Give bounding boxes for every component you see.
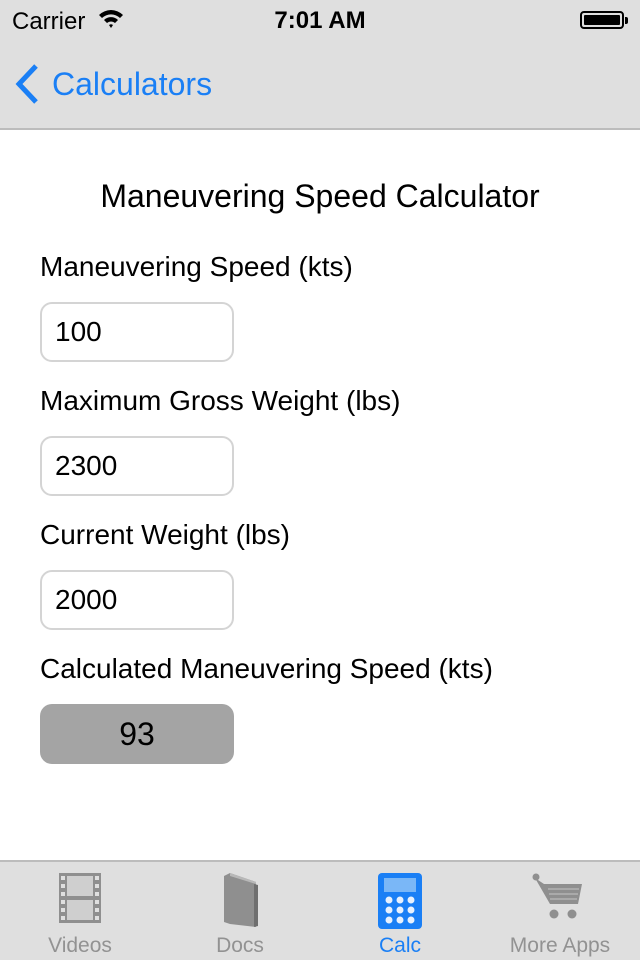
film-icon <box>58 872 102 929</box>
clock: 7:01 AM <box>274 7 366 34</box>
back-button[interactable]: Calculators <box>14 62 212 106</box>
maneuvering-speed-input[interactable] <box>40 302 234 362</box>
calculator-icon <box>377 872 423 935</box>
chevron-left-icon <box>15 64 38 104</box>
page-title: Maneuvering Speed Calculator <box>100 178 540 214</box>
calculated-speed-label: Calculated Maneuvering Speed (kts) <box>40 653 493 684</box>
tab-label: Docs <box>216 934 264 957</box>
max-gross-weight-label: Maximum Gross Weight (lbs) <box>40 385 401 416</box>
cart-icon <box>532 872 588 927</box>
tab-docs[interactable]: Docs <box>160 862 320 960</box>
current-weight-label: Current Weight (lbs) <box>40 519 291 550</box>
tab-videos[interactable]: Videos <box>0 862 160 960</box>
back-label: Calculators <box>52 65 213 102</box>
current-weight-input[interactable] <box>40 570 234 630</box>
tab-label: Calc <box>378 934 421 957</box>
max-gross-weight-input[interactable] <box>40 436 234 496</box>
tab-more-apps[interactable]: More Apps <box>480 862 640 960</box>
calculated-speed-value: 93 <box>40 704 234 764</box>
navigation-bar: Carrier 7:01 AM Calculators <box>0 0 640 130</box>
tab-bar: Videos Docs Calc More Apps <box>0 860 640 960</box>
tab-calc[interactable]: Calc <box>320 862 480 960</box>
tab-label: More Apps <box>509 934 611 957</box>
maneuvering-speed-label: Maneuvering Speed (kts) <box>40 251 353 282</box>
battery-icon <box>580 11 628 29</box>
status-bar: Carrier 7:01 AM <box>0 0 640 40</box>
book-icon <box>220 872 260 933</box>
tab-label: Videos <box>48 934 112 957</box>
